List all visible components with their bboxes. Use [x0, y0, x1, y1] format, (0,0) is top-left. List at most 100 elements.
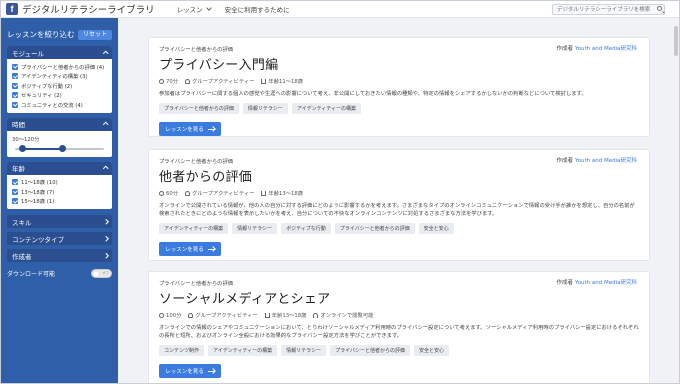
- lesson-tags: アイデンティティーの構築 情報リテラシー ポジティブな行動 プライバシーと他者か…: [159, 223, 639, 234]
- search-icon[interactable]: [657, 6, 662, 11]
- lesson-meta: 60分 グループアクティビティー 年齢13〜18歳: [159, 189, 639, 197]
- lesson-title[interactable]: 他者からの評価: [159, 166, 639, 185]
- tag[interactable]: プライバシーと他者からの評価: [334, 223, 415, 234]
- module-facet-header[interactable]: モジュール: [7, 46, 112, 59]
- lesson-activity: グループアクティビティー: [192, 191, 255, 197]
- module-option[interactable]: プライバシーと他者からの評価 (4): [12, 62, 107, 72]
- scrollbar-track[interactable]: [673, 18, 678, 383]
- lesson-age: 年齢11〜18歳: [268, 79, 304, 85]
- chevron-up-icon: [102, 122, 108, 128]
- filter-sidebar: レッスンを絞り込む リセット モジュール プライバシーと他者からの評価 (4) …: [1, 18, 118, 383]
- author-link[interactable]: Youth and Media研究科: [575, 158, 637, 164]
- chevron-right-icon: [102, 253, 108, 258]
- author-link[interactable]: Youth and Media研究科: [575, 280, 637, 286]
- lesson-age: 年齢13〜18歳: [268, 191, 304, 197]
- age-facet-header[interactable]: 年齢: [7, 161, 112, 175]
- tag[interactable]: プライバシーと他者からの評価: [330, 345, 410, 356]
- facebook-logo-icon[interactable]: f: [6, 3, 18, 15]
- lesson-author: 作成者 Youth and Media研究科: [556, 158, 637, 164]
- module-option[interactable]: ポジティブな行動 (2): [12, 81, 107, 91]
- slider-fill: [22, 147, 62, 150]
- checkbox-checked-icon[interactable]: [12, 82, 18, 89]
- group-icon: [185, 78, 191, 84]
- age-icon: [261, 190, 267, 196]
- search-input[interactable]: [552, 4, 665, 15]
- age-option[interactable]: 15〜18歳 (1): [12, 197, 107, 207]
- age-facet: 年齢 11〜18歳 (10) 13〜18歳 (7) 15〜18歳 (1): [7, 161, 112, 209]
- content-type-facet-header[interactable]: コンテンツタイプ: [7, 232, 112, 245]
- checkbox-checked-icon[interactable]: [12, 198, 18, 205]
- module-facet: モジュール プライバシーと他者からの評価 (4) アイデンティティの構築 (3)…: [7, 46, 112, 113]
- arrow-right-icon: [207, 370, 215, 372]
- lesson-title[interactable]: ソーシャルメディアとシェア: [159, 288, 639, 307]
- lesson-description: オンラインで公開されている情報が、他の人の自分に対する評価にどのように影響するか…: [159, 203, 635, 217]
- group-icon: [185, 190, 191, 196]
- tag[interactable]: 情報リテラシー: [281, 345, 327, 356]
- lesson-description: オンラインでの情報のシェアやコミュニケーションにおいて、とりわけソーシャルメディ…: [159, 325, 639, 339]
- checkbox-checked-icon[interactable]: [12, 188, 18, 195]
- age-option[interactable]: 11〜18歳 (10): [12, 178, 107, 188]
- age-option[interactable]: 13〜18歳 (7): [12, 187, 107, 197]
- tag[interactable]: アイデンティティーの構築: [159, 223, 229, 234]
- lesson-activity: グループアクティビティー: [195, 313, 258, 319]
- view-lesson-button[interactable]: レッスンを見る: [159, 364, 221, 378]
- top-navigation-bar: f デジタルリテラシーライブラリ レッスン 安全に利用するために: [1, 1, 679, 18]
- time-range-label: 30〜120分: [12, 136, 40, 143]
- lesson-card: プライバシーと他者からの評価 作成者 Youth and Media研究科 ソーシ…: [148, 271, 650, 383]
- view-lesson-button[interactable]: レッスンを見る: [159, 242, 221, 256]
- lesson-duration: 60分: [166, 191, 179, 197]
- lesson-author: 作成者 Youth and Media研究科: [556, 46, 637, 52]
- tag[interactable]: 安全と安心: [418, 223, 454, 234]
- time-range-slider[interactable]: [12, 144, 107, 154]
- lesson-card: プライバシーと他者からの評価 作成者 Youth and Media研究科 プライ…: [148, 37, 650, 137]
- toggle-knob: [93, 270, 99, 277]
- time-facet-header[interactable]: 時間: [7, 117, 112, 131]
- chevron-up-icon: [102, 166, 108, 172]
- download-toggle[interactable]: オフ: [91, 269, 112, 278]
- module-option[interactable]: セキュリティ (2): [12, 91, 107, 101]
- tag[interactable]: アイデンティティーの構築: [208, 345, 278, 356]
- site-title[interactable]: デジタルリテラシーライブラリ: [22, 2, 155, 16]
- age-icon: [264, 312, 270, 318]
- lesson-online: オンラインで閲覧可能: [320, 313, 374, 319]
- tag[interactable]: アイデンティティーの構築: [291, 103, 361, 114]
- clock-icon: [159, 78, 164, 84]
- view-lesson-button[interactable]: レッスンを見る: [159, 122, 221, 136]
- tag[interactable]: 情報リテラシー: [232, 223, 278, 234]
- checkbox-checked-icon[interactable]: [12, 101, 18, 108]
- lesson-duration: 100分: [166, 313, 182, 319]
- lesson-tags: コンテンツ制作 アイデンティティーの構築 情報リテラシー プライバシーと他者から…: [159, 345, 639, 356]
- filter-title: レッスンを絞り込む: [7, 30, 75, 39]
- lesson-title[interactable]: プライバシー入門編: [159, 54, 639, 73]
- tag[interactable]: コンテンツ制作: [159, 345, 205, 356]
- lesson-list: プライバシーと他者からの評価 作成者 Youth and Media研究科 プライ…: [118, 18, 679, 383]
- tag[interactable]: 安全と安心: [413, 345, 449, 356]
- nav-lessons[interactable]: レッスン: [177, 4, 212, 14]
- checkbox-checked-icon[interactable]: [12, 179, 18, 186]
- checkbox-checked-icon[interactable]: [12, 73, 18, 80]
- module-option[interactable]: コミュニティとの交流 (4): [12, 100, 107, 110]
- age-icon: [261, 78, 267, 84]
- slider-max-handle[interactable]: [59, 144, 66, 152]
- chevron-right-icon: [102, 219, 108, 224]
- browser-frame: f デジタルリテラシーライブラリ レッスン 安全に利用するために レッスンを絞り…: [0, 0, 680, 384]
- checkbox-checked-icon[interactable]: [12, 63, 18, 70]
- nav-safety[interactable]: 安全に利用するために: [225, 4, 290, 14]
- tag[interactable]: ポジティブな行動: [281, 223, 331, 234]
- slider-min-handle[interactable]: [19, 144, 26, 152]
- chevron-right-icon: [102, 236, 108, 241]
- lesson-duration: 70分: [166, 79, 179, 85]
- chevron-up-icon: [102, 51, 108, 56]
- reset-button[interactable]: リセット: [77, 29, 112, 40]
- author-link[interactable]: Youth and Media研究科: [575, 46, 637, 52]
- lesson-card: プライバシーと他者からの評価 作成者 Youth and Media研究科 他者か…: [148, 149, 650, 261]
- checkbox-checked-icon[interactable]: [12, 92, 18, 99]
- clock-icon: [159, 312, 164, 318]
- author-facet-header[interactable]: 作成者: [7, 249, 112, 262]
- scrollbar-thumb[interactable]: [674, 26, 678, 56]
- tag[interactable]: プライバシーと他者からの評価: [159, 103, 239, 114]
- skill-facet-header[interactable]: スキル: [7, 215, 112, 228]
- filter-header: レッスンを絞り込む リセット: [7, 29, 112, 40]
- tag[interactable]: 情報リテラシー: [242, 103, 288, 114]
- module-option[interactable]: アイデンティティの構築 (3): [12, 72, 107, 82]
